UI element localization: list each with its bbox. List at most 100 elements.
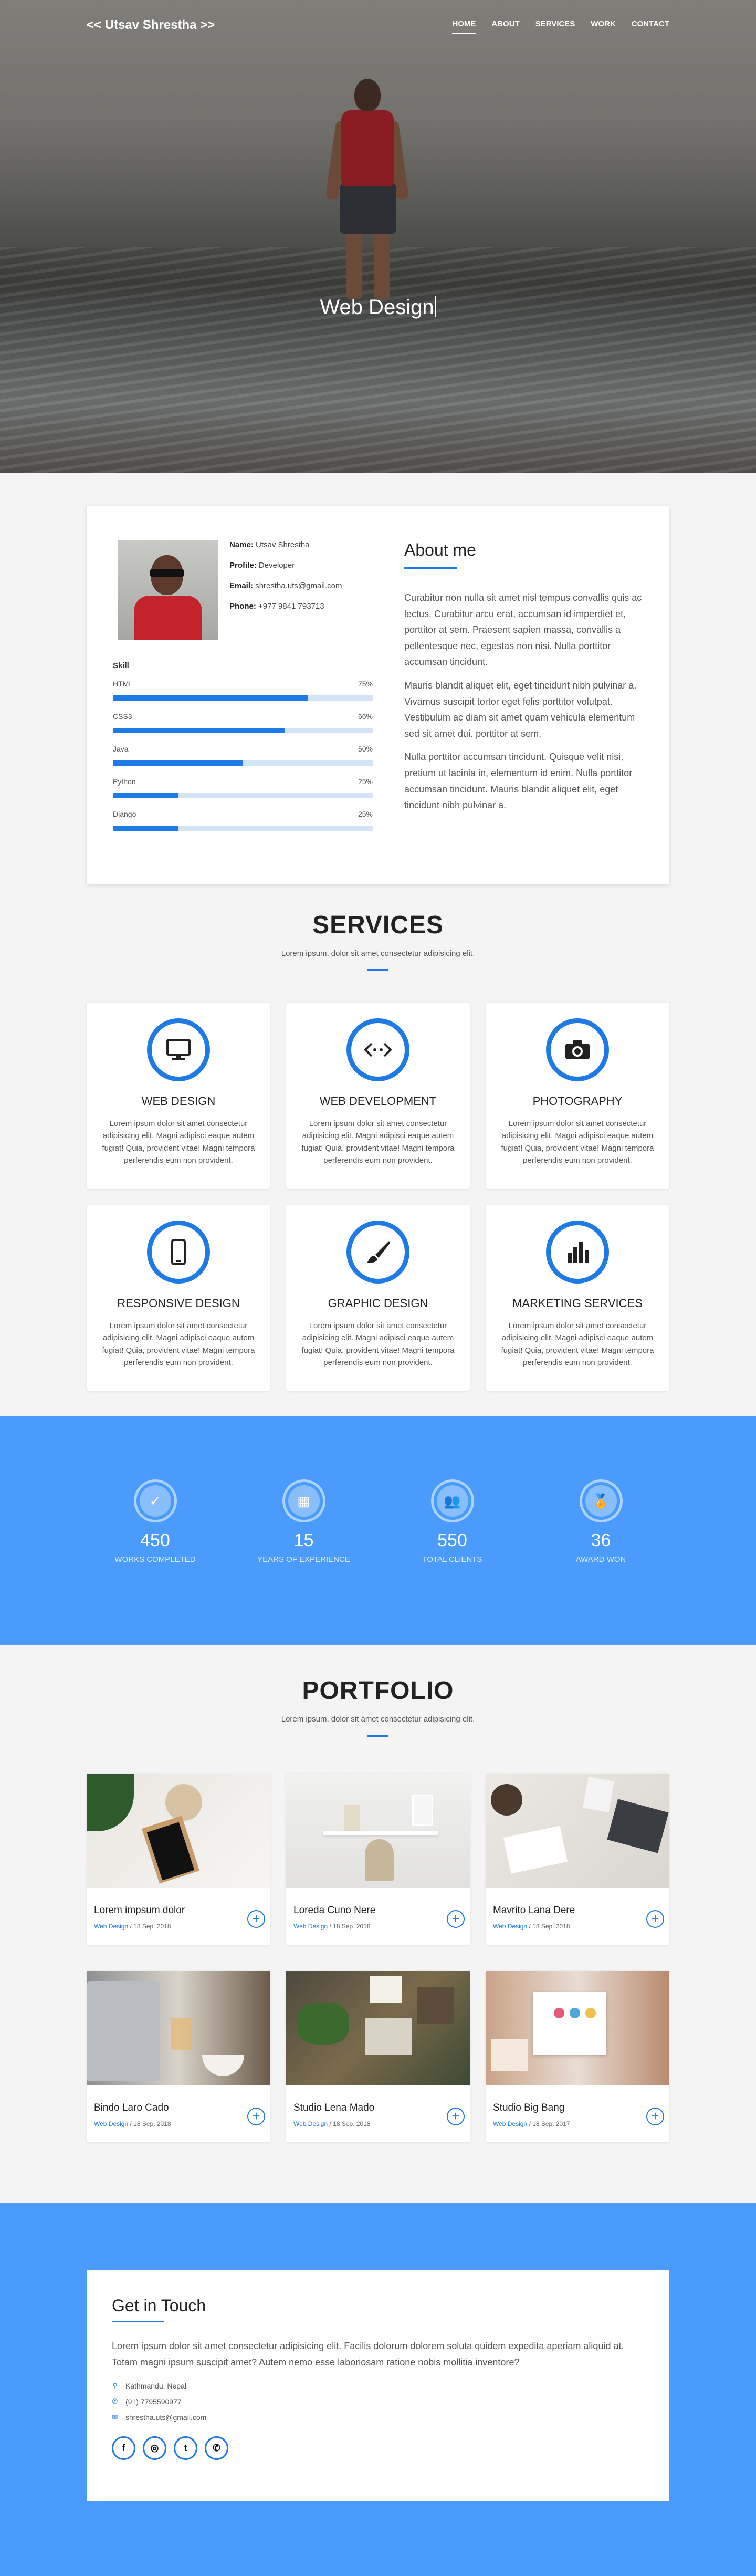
- service-text: Lorem ipsum dolor sit amet consectetur a…: [102, 1119, 255, 1165]
- portfolio-card[interactable]: Bindo Laro Cado Web Design / 18 Sep. 2018…: [87, 1971, 270, 2142]
- portfolio-title[interactable]: Lorem impsum dolor: [94, 1905, 263, 1916]
- portfolio-image[interactable]: [87, 1774, 270, 1888]
- service-title: PHOTOGRAPHY: [532, 1094, 623, 1108]
- nav-contact[interactable]: CONTACT: [632, 19, 669, 32]
- portfolio-card[interactable]: Studio Lena Mado Web Design / 18 Sep. 201…: [286, 1971, 470, 2142]
- stat-number: 450: [140, 1530, 170, 1550]
- skill-percent: 50%: [358, 745, 373, 753]
- award-icon: 🏅: [579, 1479, 623, 1522]
- portfolio-title[interactable]: Studio Lena Mado: [293, 2102, 463, 2114]
- portfolio-category[interactable]: Web Design: [293, 2120, 328, 2127]
- portfolio-grid: Lorem impsum dolor Web Design / 18 Sep. 2…: [87, 1774, 669, 2142]
- title-underline: [368, 1735, 388, 1737]
- plus-circle-icon[interactable]: +: [247, 1910, 265, 1928]
- skill-progress-fill: [113, 695, 308, 701]
- portfolio-title[interactable]: Bindo Laro Cado: [94, 2102, 263, 2114]
- service-card: RESPONSIVE DESIGN Lorem ipsum dolor sit a…: [87, 1205, 270, 1391]
- hero-person-photo: [325, 79, 410, 299]
- portfolio-image[interactable]: [486, 1774, 669, 1888]
- brand-logo[interactable]: << Utsav Shrestha >>: [87, 18, 215, 33]
- portfolio-meta: Web Design / 18 Sep. 2018: [293, 1923, 463, 1930]
- code-icon: [346, 1018, 410, 1081]
- skill-item: Python 25%: [113, 777, 373, 798]
- mobile-icon: [147, 1221, 210, 1284]
- portfolio-meta: Web Design / 18 Sep. 2018: [293, 2120, 463, 2127]
- portfolio-subtitle: Lorem ipsum, dolor sit amet consectetur …: [281, 1715, 475, 1724]
- service-text: Lorem ipsum dolor sit amet consectetur a…: [301, 1119, 455, 1165]
- map-pin-icon: ⚲: [112, 2382, 118, 2390]
- stat-label: AWARD WON: [575, 1555, 626, 1564]
- check-icon: ✓: [133, 1479, 177, 1522]
- portfolio-header: PORTFOLIO Lorem ipsum, dolor sit amet co…: [0, 1676, 756, 1737]
- skill-progress-bar: [113, 728, 373, 733]
- portfolio-card[interactable]: Loreda Cuno Nere Web Design / 18 Sep. 201…: [286, 1774, 470, 1945]
- contact-card: Get in Touch Lorem ipsum dolor sit amet …: [87, 2270, 669, 2501]
- portfolio-image[interactable]: [87, 1971, 270, 2085]
- portfolio-category[interactable]: Web Design: [293, 1923, 328, 1930]
- plus-circle-icon[interactable]: +: [447, 2108, 465, 2125]
- services-title: SERVICES: [312, 911, 444, 939]
- skill-progress-bar: [113, 760, 373, 766]
- portfolio-title[interactable]: Mavrito Lana Dere: [493, 1905, 662, 1916]
- contact-section: Get in Touch Lorem ipsum dolor sit amet …: [0, 2203, 756, 2576]
- skill-item: CSS3 66%: [113, 712, 373, 733]
- nav-services[interactable]: SERVICES: [536, 19, 575, 32]
- portfolio-category[interactable]: Web Design: [493, 2120, 527, 2127]
- twitter-icon[interactable]: t: [174, 2436, 197, 2460]
- portfolio-caption: Lorem impsum dolor Web Design / 18 Sep. 2…: [87, 1888, 270, 1945]
- services-grid: WEB DESIGN Lorem ipsum dolor sit amet con…: [87, 1003, 669, 1391]
- portfolio-card[interactable]: Lorem impsum dolor Web Design / 18 Sep. 2…: [87, 1774, 270, 1945]
- services-header: SERVICES Lorem ipsum, dolor sit amet con…: [0, 911, 756, 971]
- nav-home[interactable]: HOME: [452, 19, 476, 34]
- service-card: GRAPHIC DESIGN Lorem ipsum dolor sit amet…: [286, 1205, 470, 1391]
- portfolio-image[interactable]: [486, 1971, 669, 2085]
- contact-title: Get in Touch: [112, 2296, 206, 2315]
- portfolio-category[interactable]: Web Design: [94, 2120, 128, 2127]
- plus-circle-icon[interactable]: +: [646, 2108, 664, 2125]
- typing-cursor: [435, 296, 436, 317]
- whatsapp-icon[interactable]: ✆: [205, 2436, 228, 2460]
- portfolio-category[interactable]: Web Design: [94, 1923, 128, 1930]
- about-left-column: Name: Utsav Shrestha Profile: Developer …: [113, 540, 373, 842]
- service-title: WEB DESIGN: [141, 1094, 216, 1108]
- portfolio-card[interactable]: Studio Big Bang Web Design / 18 Sep. 2017…: [486, 1971, 669, 2142]
- hero-section: << Utsav Shrestha >> HOME ABOUT SERVICES…: [0, 0, 756, 473]
- skill-progress-bar: [113, 793, 373, 798]
- nav-work[interactable]: WORK: [591, 19, 616, 32]
- portfolio-title[interactable]: Loreda Cuno Nere: [293, 1905, 463, 1916]
- portfolio-image[interactable]: [286, 1971, 470, 2085]
- plus-circle-icon[interactable]: +: [447, 1910, 465, 1928]
- portfolio-meta: Web Design / 18 Sep. 2018: [94, 2120, 263, 2127]
- skill-progress-fill: [113, 728, 285, 733]
- instagram-icon[interactable]: ◎: [143, 2436, 166, 2460]
- portfolio-caption: Mavrito Lana Dere Web Design / 18 Sep. 20…: [486, 1888, 669, 1945]
- portfolio-title[interactable]: Studio Big Bang: [493, 2102, 662, 2114]
- plus-circle-icon[interactable]: +: [247, 2108, 265, 2125]
- brush-icon: [346, 1221, 410, 1284]
- nav-about[interactable]: ABOUT: [491, 19, 519, 32]
- contact-phone[interactable]: ✆ (91) 7795590977: [112, 2397, 644, 2406]
- services-section: SERVICES Lorem ipsum, dolor sit amet con…: [0, 911, 756, 1391]
- stat-item: ▦ 15 YEARS OF EXPERIENCE: [229, 1479, 378, 1645]
- service-text: Lorem ipsum dolor sit amet consectetur a…: [102, 1321, 255, 1367]
- bar-chart-icon: [546, 1221, 609, 1284]
- skill-name: Python: [113, 777, 136, 786]
- contact-email[interactable]: ✉ shrestha.uts@gmail.com: [112, 2413, 644, 2422]
- camera-icon: [546, 1018, 609, 1081]
- portfolio-card[interactable]: Mavrito Lana Dere Web Design / 18 Sep. 20…: [486, 1774, 669, 1945]
- stat-number: 36: [591, 1530, 611, 1550]
- portfolio-category[interactable]: Web Design: [493, 1923, 527, 1930]
- monitor-icon: [147, 1018, 210, 1081]
- portfolio-meta: Web Design / 18 Sep. 2017: [493, 2120, 662, 2127]
- service-title: MARKETING SERVICES: [512, 1297, 643, 1310]
- skill-progress-fill: [113, 826, 178, 831]
- stat-item: 👥 550 TOTAL CLIENTS: [378, 1479, 527, 1645]
- plus-circle-icon[interactable]: +: [646, 1910, 664, 1928]
- profile-block: Name: Utsav Shrestha Profile: Developer …: [113, 540, 373, 640]
- portfolio-image[interactable]: [286, 1774, 470, 1888]
- service-text: Lorem ipsum dolor sit amet consectetur a…: [301, 1321, 455, 1367]
- portfolio-date: / 18 Sep. 2018: [128, 2120, 171, 2127]
- facebook-icon[interactable]: f: [112, 2436, 135, 2460]
- envelope-icon: ✉: [112, 2413, 118, 2422]
- service-text: Lorem ipsum dolor sit amet consectetur a…: [501, 1119, 654, 1165]
